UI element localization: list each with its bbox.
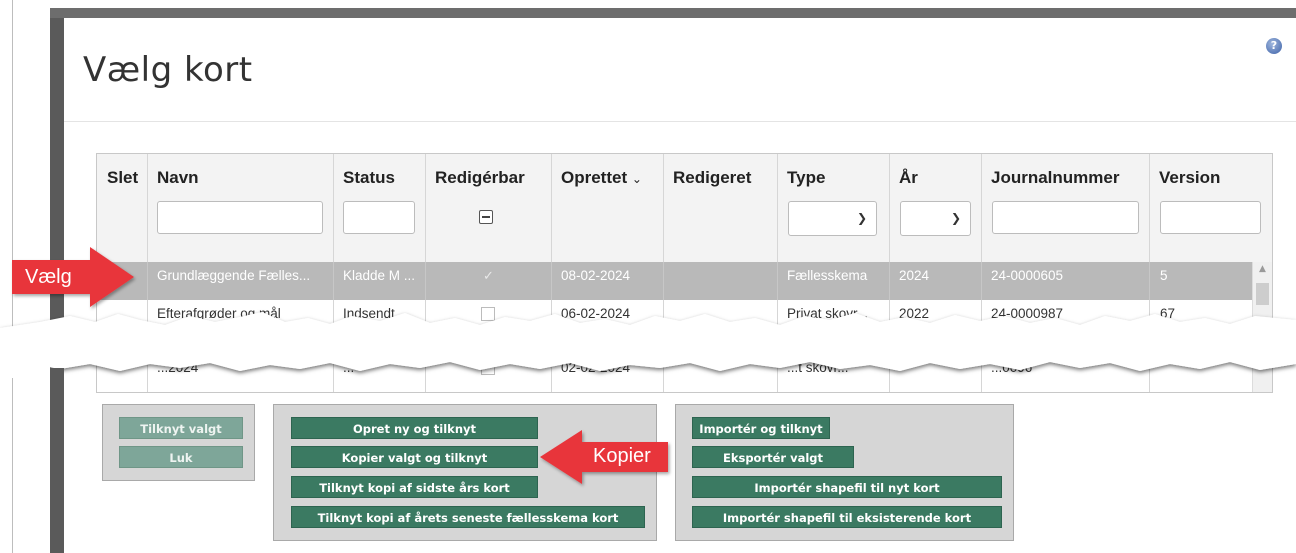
sort-desc-icon[interactable]: ⌄ (632, 172, 642, 186)
scroll-up-icon[interactable]: ▲ (1253, 264, 1272, 280)
table-header: Slet Navn Status Redigérbar Oprettet ⌄ R… (97, 154, 1272, 263)
column-label: År (899, 168, 918, 187)
torn-edge-overlay (0, 312, 1296, 378)
column-header-redigerbar[interactable]: Redigérbar (425, 154, 552, 262)
column-header-version[interactable]: Version (1149, 154, 1272, 262)
column-header-navn[interactable]: Navn (147, 154, 334, 262)
column-label: Redigérbar (435, 168, 525, 187)
filter-type-select[interactable]: ❯ (788, 201, 877, 236)
title-divider (64, 121, 1296, 122)
column-header-status[interactable]: Status (333, 154, 426, 262)
column-label: Version (1159, 168, 1221, 187)
column-label: Type (787, 168, 826, 187)
column-label: Slet (107, 168, 139, 187)
column-header-type[interactable]: Type ❯ (777, 154, 890, 262)
tilknyt-kopi-sidste-aars-kort-button[interactable]: Tilknyt kopi af sidste års kort (291, 476, 538, 498)
panel-import-export: Importér og tilknyt Eksportér valgt Impo… (675, 404, 1014, 541)
dialog-frame-top (50, 8, 1296, 18)
copy-callout-label: Kopier (593, 445, 651, 467)
opret-ny-og-tilknyt-button[interactable]: Opret ny og tilknyt (291, 417, 538, 439)
filter-aar-select[interactable]: ❯ (900, 201, 971, 236)
chevron-down-icon: ❯ (856, 211, 867, 225)
column-label: Navn (157, 168, 199, 187)
filter-version-input[interactable] (1160, 201, 1261, 234)
column-label: Oprettet ⌄ (561, 168, 642, 188)
column-label: Redigeret (673, 168, 752, 187)
dialog-title: Vælg kort (83, 50, 253, 90)
kopier-valgt-og-tilknyt-button[interactable]: Kopier valgt og tilknyt (291, 446, 538, 468)
tilknyt-kopi-fællesskema-kort-button[interactable]: Tilknyt kopi af årets seneste fællesskem… (291, 506, 645, 528)
filter-status-input[interactable] (343, 201, 415, 234)
column-label: Journalnummer (991, 168, 1120, 187)
importer-og-tilknyt-button[interactable]: Importér og tilknyt (692, 417, 830, 439)
column-header-aar[interactable]: År ❯ (889, 154, 982, 262)
chevron-down-icon: ❯ (950, 211, 961, 225)
importer-shapefil-nyt-kort-button[interactable]: Importér shapefil til nyt kort (692, 476, 1002, 498)
filter-journalnummer-input[interactable] (992, 201, 1139, 234)
filter-redigerbar-checkbox[interactable] (479, 210, 493, 224)
panel-basic-actions: Tilknyt valgt Luk (102, 404, 255, 481)
filter-navn-input[interactable] (157, 201, 323, 234)
column-label-text: Oprettet (561, 168, 628, 187)
luk-button[interactable]: Luk (119, 446, 243, 468)
question-icon[interactable]: ? (1266, 38, 1282, 54)
column-label: Status (343, 168, 395, 187)
eksporter-valgt-button[interactable]: Eksportér valgt (692, 446, 854, 468)
column-header-journalnummer[interactable]: Journalnummer (981, 154, 1150, 262)
column-header-oprettet[interactable]: Oprettet ⌄ (551, 154, 664, 262)
select-callout-label: Vælg (25, 266, 72, 288)
column-header-redigeret[interactable]: Redigeret (663, 154, 778, 262)
importer-shapefil-eksisterende-kort-button[interactable]: Importér shapefil til eksisterende kort (692, 506, 1002, 528)
tilknyt-valgt-button[interactable]: Tilknyt valgt (119, 417, 243, 439)
dialog-frame-left-lower (50, 368, 64, 553)
